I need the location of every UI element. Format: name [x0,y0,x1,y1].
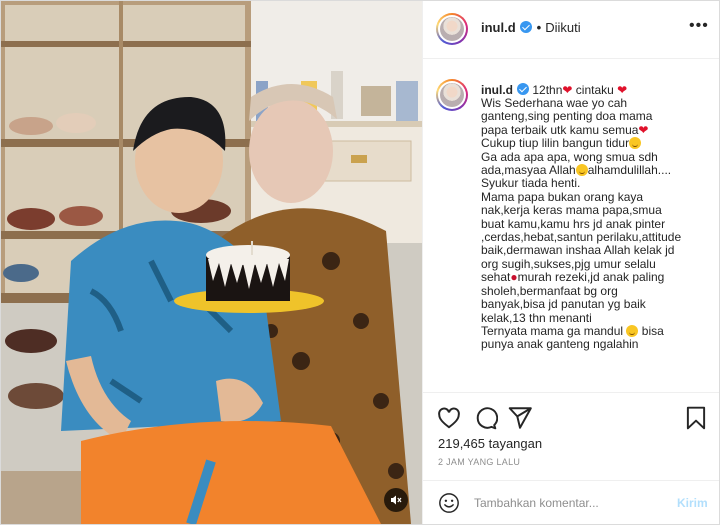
caption-line: ,cerdas,hebat,santun perilaku,attitude [481,231,682,245]
caption-love-text: cintaku [575,83,614,97]
speaker-muted-icon [391,495,402,505]
caption-line: banyak,bisa jd panutan yg baik [481,298,646,312]
laughing-emoji-icon [626,324,639,337]
bookmark-icon[interactable] [683,405,709,431]
add-comment-bar: Kirim [423,480,719,524]
caption-line: buat kamu,kamu hrs jd anak pinter [481,217,666,231]
red-heart-emoji-icon: ❤ [617,83,628,97]
separator-dot: • [536,20,542,35]
view-count[interactable]: 219,465 tayangan [438,436,542,451]
caption-section: inul.d 12thn❤ cintaku ❤ Wis Sederhana wa… [423,59,719,391]
caption-username[interactable]: inul.d [481,83,513,97]
post-actions: 219,465 tayangan 2 JAM YANG LALU Kirim [423,392,719,524]
lips-emoji-icon: ● [510,271,518,285]
smiling-emoji-icon [575,164,588,177]
caption-line: Wis Sederhana wae yo cah [481,97,628,110]
avatar-photo [440,17,464,41]
caption-line: baik,dermawan inshaa Allah kelak jd [481,244,675,258]
author-line: inul.d • Diikuti [481,20,581,35]
mute-toggle-button[interactable] [384,488,408,512]
verified-badge-icon [519,21,532,33]
caption-age-text: 12thn [532,83,563,97]
caption-line: ada,masyaa Allah alhamdulillah.... [481,164,672,178]
more-options-icon[interactable]: ••• [689,17,709,35]
post-timestamp[interactable]: 2 JAM YANG LALU [438,457,520,467]
emoji-icon[interactable] [438,492,460,514]
caption-text: Wis Sederhana wae yo cah ganteng,sing pe… [481,97,713,352]
caption-line: ganteng,sing penting doa mama [481,110,653,124]
post-comment-button[interactable]: Kirim [677,496,708,510]
author-username[interactable]: inul.d [481,20,516,35]
caption-line: org sugih,sukses,pjg umur selalu [481,257,656,271]
verified-badge-icon [517,83,529,95]
share-icon[interactable] [507,405,533,431]
caption-header: inul.d 12thn❤ cintaku ❤ [481,83,627,97]
post-sidebar: inul.d • Diikuti ••• inul.d 12thn❤ cintaku… [422,1,719,524]
caption-line: papa terbaik utk kamu semua❤ [481,123,649,137]
red-heart-emoji-icon: ❤ [562,83,573,97]
caption-line: kelak,13 thn menanti [481,311,592,325]
author-avatar[interactable] [436,13,468,45]
comment-input[interactable] [474,492,664,514]
heart-icon[interactable] [436,405,462,431]
post-video[interactable] [1,1,422,524]
caption-line: nak,kerja keras mama papa,smua [481,204,662,218]
following-status-button[interactable]: Diikuti [545,20,580,35]
avatar-photo [440,83,464,107]
caption-line: punya anak ganteng ngalahin [481,338,639,352]
caption-line: Ga ada apa apa, wong smua sdh [481,150,658,164]
caption-line: Cukup tiup lilin bangun tidur [481,137,713,150]
caption-line: Ternyata mama ga mandul bisa [481,324,664,338]
video-frame [1,1,422,524]
comment-icon[interactable] [472,405,498,431]
caption-line: Syukur tiada henti. [481,177,581,191]
caption-line: Mama papa bukan orang kaya [481,190,644,204]
post-header: inul.d • Diikuti ••• [423,1,719,59]
caption-author-avatar[interactable] [436,79,468,111]
laughing-emoji-icon [629,137,642,150]
instagram-post-modal: inul.d • Diikuti ••• inul.d 12thn❤ cintaku… [0,0,720,525]
caption-line: sehat●murah rezeki,jd anak paling [481,271,665,285]
caption-line: sholeh,bermanfaat bg org [481,284,618,298]
red-heart-emoji-icon: ❤ [638,123,649,137]
